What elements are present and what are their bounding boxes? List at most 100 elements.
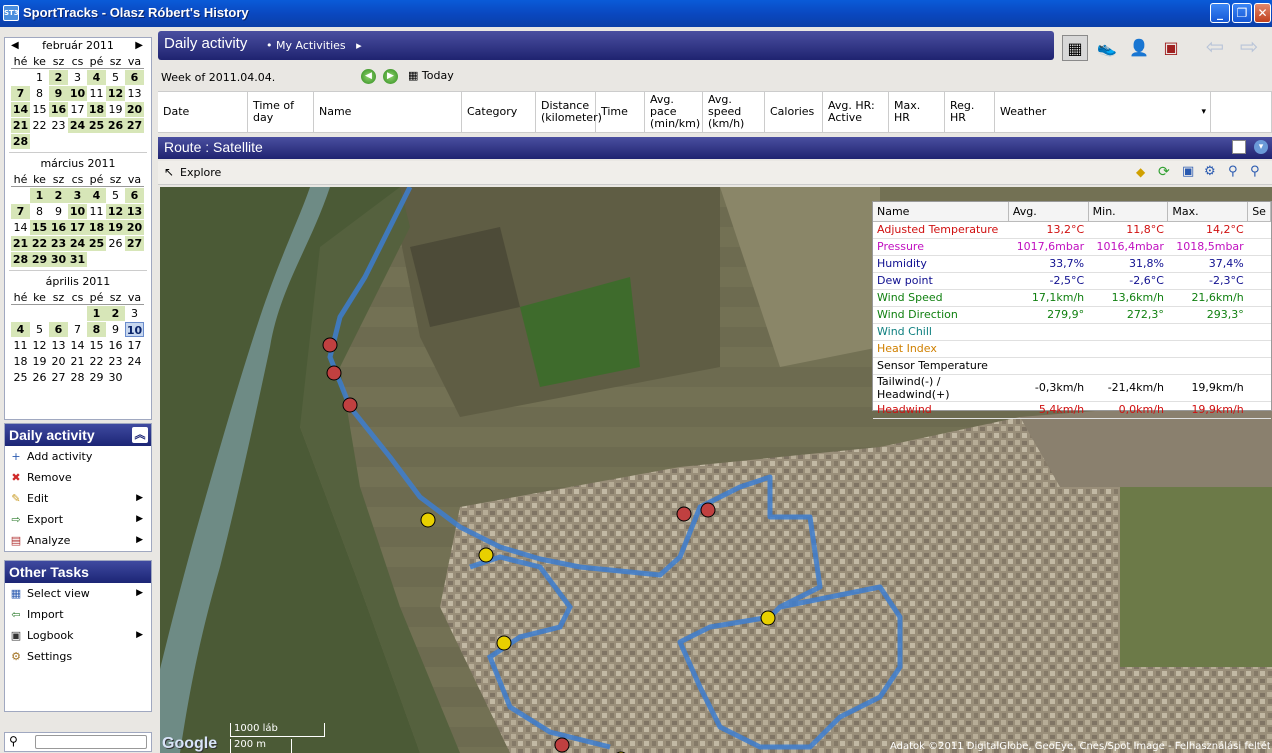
back-arrow-icon[interactable]: ⇦ <box>1202 35 1228 61</box>
search-input[interactable] <box>35 735 147 749</box>
calendar-day[interactable]: 20 <box>125 102 144 117</box>
calendar-day[interactable]: 20 <box>49 354 68 369</box>
calendar-day[interactable]: 2 <box>49 188 68 203</box>
column-header[interactable]: Avg. speed (km/h) <box>703 92 765 132</box>
next-week-icon[interactable]: ▶ <box>383 69 398 84</box>
weather-column-header[interactable]: Avg. <box>1008 202 1089 222</box>
column-header[interactable]: Avg. pace (min/km) <box>645 92 703 132</box>
column-header[interactable]: Name <box>314 92 462 132</box>
calendar-day[interactable]: 1 <box>30 70 49 85</box>
calendar-day[interactable]: 4 <box>87 188 106 203</box>
weather-column-header[interactable]: Max. <box>1167 202 1249 222</box>
other-tasks-panel-header[interactable]: Other Tasks <box>5 561 151 583</box>
calendar-day[interactable]: 22 <box>30 118 49 133</box>
calendar-day[interactable]: 16 <box>106 338 125 353</box>
column-header[interactable]: Time <box>596 92 645 132</box>
calendar-day[interactable]: 14 <box>68 338 87 353</box>
calendar-day[interactable]: 21 <box>11 118 30 133</box>
task-remove[interactable]: ✖ Remove <box>5 467 151 488</box>
athlete-icon[interactable]: 👤 <box>1126 35 1152 61</box>
column-header[interactable]: Distance (kilometer) <box>536 92 602 132</box>
calendar-day[interactable]: 29 <box>30 252 49 267</box>
daily-activity-panel-header[interactable]: Daily activity ︽ <box>5 424 151 446</box>
calendar-day[interactable]: 17 <box>125 338 144 353</box>
today-button[interactable]: ▦ Today <box>408 69 454 82</box>
layout-icon[interactable] <box>1232 140 1246 154</box>
logbook-icon[interactable]: ▣ <box>1158 35 1184 61</box>
calendar-day[interactable]: 20 <box>125 220 144 235</box>
weather-row[interactable]: Sensor Temperature <box>873 357 1271 375</box>
column-header[interactable]: Reg. HR <box>945 92 995 132</box>
calendar-day[interactable]: 13 <box>125 86 144 101</box>
column-header[interactable]: Avg. HR: Active <box>823 92 889 132</box>
weather-row[interactable]: Tailwind(-) / Headwind(+) -0,3km/h -21,4km… <box>873 374 1271 402</box>
calendar-day[interactable]: 24 <box>68 118 87 133</box>
calendar-day[interactable]: 16 <box>49 220 68 235</box>
calendar-day[interactable]: 25 <box>87 118 106 133</box>
weather-row[interactable]: Heat Index <box>873 340 1271 358</box>
calendar-day[interactable]: 11 <box>11 338 30 353</box>
calendar-day[interactable]: 3 <box>125 306 144 321</box>
weather-column-header[interactable]: Min. <box>1088 202 1169 222</box>
calendar-day[interactable]: 21 <box>11 236 30 251</box>
previous-week-icon[interactable]: ◀ <box>361 69 376 84</box>
calendar-day[interactable]: 28 <box>68 370 87 385</box>
calendar-day[interactable]: 9 <box>49 204 68 219</box>
calendar-day[interactable]: 11 <box>87 86 106 101</box>
column-header[interactable]: Category <box>462 92 536 132</box>
calendar-day[interactable]: 21 <box>68 354 87 369</box>
calendar-day[interactable]: 10 <box>125 322 144 337</box>
task-settings[interactable]: ⚙ Settings <box>5 646 151 667</box>
weather-row[interactable]: Dew point -2,5°C -2,6°C -2,3°C <box>873 272 1271 290</box>
calendar-day[interactable]: 14 <box>11 102 30 117</box>
task-add-activity[interactable]: + Add activity <box>5 446 151 467</box>
calendar-day[interactable]: 7 <box>11 86 30 101</box>
weather-row[interactable]: Humidity 33,7% 31,8% 37,4% <box>873 255 1271 273</box>
calendar-day[interactable]: 31 <box>68 252 87 267</box>
calendar-day[interactable]: 18 <box>87 220 106 235</box>
calendar-day[interactable]: 22 <box>87 354 106 369</box>
calendar-day[interactable]: 11 <box>87 204 106 219</box>
calendar-day[interactable]: 24 <box>125 354 144 369</box>
weather-column-header[interactable]: Name <box>873 202 1009 222</box>
task-export[interactable]: ⇨ Export ▶ <box>5 509 151 530</box>
breadcrumb[interactable]: • My Activities ▸ <box>266 39 362 52</box>
map-copyright[interactable]: Adatok ©2011 DigitalGlobe, GeoEye, Cnes/… <box>890 741 1270 752</box>
task-import[interactable]: ⇦ Import <box>5 604 151 625</box>
calendar-day[interactable]: 4 <box>11 322 30 337</box>
calendar-day[interactable]: 7 <box>11 204 30 219</box>
weather-row[interactable]: Wind Chill <box>873 323 1271 341</box>
satellite-map[interactable]: Name Avg. Min. Max. Se Adjusted Temperature 1… <box>160 187 1272 753</box>
calendar-day[interactable]: 8 <box>87 322 106 337</box>
calendar-day[interactable]: 7 <box>68 322 87 337</box>
task-logbook[interactable]: ▣ Logbook ▶ <box>5 625 151 646</box>
calendar-day[interactable]: 18 <box>11 354 30 369</box>
calendar-day[interactable]: 13 <box>49 338 68 353</box>
refresh-icon[interactable]: ⟳ <box>1158 164 1170 180</box>
zoom-out-icon[interactable]: ⚲ <box>1250 164 1260 179</box>
calendar-day[interactable]: 23 <box>106 354 125 369</box>
calendar-day[interactable]: 5 <box>30 322 49 337</box>
calendar-day[interactable]: 26 <box>30 370 49 385</box>
dropdown-icon[interactable]: ▾ <box>1254 140 1268 154</box>
calendar-day[interactable]: 14 <box>11 220 30 235</box>
calendar-day[interactable]: 15 <box>30 102 49 117</box>
column-header[interactable]: Calories <box>765 92 823 132</box>
calendar-day[interactable]: 17 <box>68 220 87 235</box>
calendar-day[interactable]: 26 <box>106 118 125 133</box>
calendar-day[interactable]: 23 <box>49 236 68 251</box>
calendar-day[interactable]: 30 <box>49 252 68 267</box>
calendar-day[interactable]: 19 <box>106 102 125 117</box>
calendar-day[interactable]: 6 <box>49 322 68 337</box>
calendar-day[interactable]: 1 <box>30 188 49 203</box>
weather-row[interactable]: Adjusted Temperature 13,2°C 11,8°C 14,2°C <box>873 221 1271 239</box>
calendar-day[interactable]: 27 <box>125 236 144 251</box>
previous-month-icon[interactable]: ◀ <box>11 38 19 54</box>
explore-button[interactable]: Explore <box>180 166 221 179</box>
zoom-in-icon[interactable]: ⚲ <box>1228 164 1238 179</box>
column-header[interactable]: Date <box>158 92 248 132</box>
forward-arrow-icon[interactable]: ⇨ <box>1236 35 1262 61</box>
calendar-day[interactable]: 28 <box>11 134 30 149</box>
calendar-day[interactable]: 30 <box>106 370 125 385</box>
calendar-day[interactable]: 8 <box>30 86 49 101</box>
